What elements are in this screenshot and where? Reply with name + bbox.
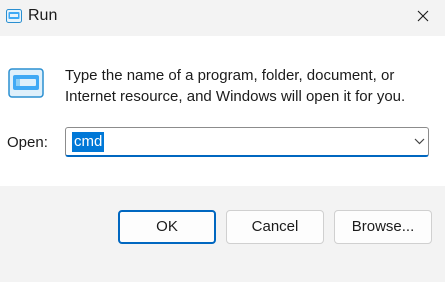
run-app-icon <box>6 9 22 23</box>
run-dialog: Run Type the name of a program, folder, … <box>0 0 445 282</box>
chevron-down-icon[interactable] <box>414 138 425 145</box>
browse-button[interactable]: Browse... <box>334 210 432 244</box>
title-bar[interactable]: Run <box>0 0 445 36</box>
description-text: Type the name of a program, folder, docu… <box>65 67 406 105</box>
close-icon <box>417 10 429 22</box>
cancel-button[interactable]: Cancel <box>226 210 324 244</box>
run-icon <box>8 68 44 98</box>
dialog-content: Type the name of a program, folder, docu… <box>0 36 445 186</box>
open-combobox[interactable]: cmd <box>65 127 429 157</box>
open-label: Open: <box>7 134 48 151</box>
open-label-text: Open: <box>7 134 48 151</box>
window-title: Run <box>28 7 58 24</box>
close-button[interactable] <box>400 0 445 36</box>
open-input-value[interactable]: cmd <box>72 132 105 152</box>
ok-button[interactable]: OK <box>118 210 216 244</box>
